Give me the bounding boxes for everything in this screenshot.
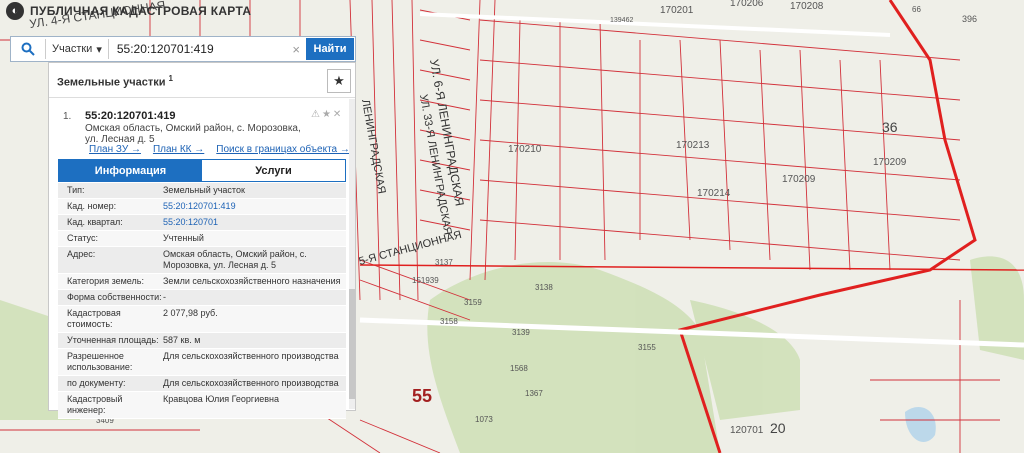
parcel-label: 66 — [912, 5, 921, 14]
result-count: 1 — [168, 74, 173, 83]
parcel-label: 20 — [770, 420, 786, 436]
favorite-button[interactable]: ★ — [327, 69, 351, 93]
property-key: Уточненная площадь: — [67, 335, 159, 345]
property-key: Категория земель: — [67, 276, 144, 286]
plan-kk-link[interactable]: План КК → — [153, 144, 204, 155]
property-value: Учтенный — [163, 233, 204, 243]
property-key: Кадастровый инженер: — [67, 394, 123, 415]
property-value: Кравцова Юлия Георгиевна — [163, 394, 279, 404]
property-row: Кадастровая стоимость: 2 077,98 руб. — [58, 306, 346, 333]
parcel-label: 3158 — [440, 317, 458, 326]
property-value: 587 кв. м — [163, 335, 201, 345]
parcel-label: 170214 — [697, 188, 731, 199]
parcel-label: 1367 — [525, 389, 543, 398]
search-bar: Участки ▾ 55:20:120701:419 × Найти — [10, 36, 356, 62]
result-panel: Земельные участки 1 ★ 1. 55:20:120701:41… — [48, 62, 356, 419]
property-row: Тип: Земельный участок — [58, 183, 346, 199]
property-row: Разрешенное использование: Для сельскохоз… — [58, 349, 346, 376]
result-number[interactable]: 55:20:120701:419 — [85, 110, 176, 122]
property-value: Для сельскохозяйственного производства — [163, 351, 339, 361]
logo-icon[interactable]: ◐ — [6, 2, 24, 20]
parcel-label: 36 — [882, 119, 898, 135]
property-key: Кад. номер: — [67, 201, 117, 211]
parcel-label: 1568 — [510, 364, 528, 373]
parcel-label: 3155 — [638, 343, 656, 352]
property-value: - — [163, 292, 166, 302]
property-key: Форма собственности: — [67, 292, 162, 302]
parcel-label: 151939 — [412, 276, 439, 285]
property-key: Кад. квартал: — [67, 217, 123, 227]
property-row: Уточненная площадь: 587 кв. м — [58, 333, 346, 349]
property-key: Тип: — [67, 185, 85, 195]
property-key: Статус: — [67, 233, 98, 243]
property-value[interactable]: 55:20:120701 — [163, 215, 346, 230]
property-value: Для сельскохозяйственного производства — [163, 378, 339, 388]
property-value[interactable]: 55:20:120701:419 — [163, 199, 346, 214]
panel-header: Земельные участки 1 ★ — [49, 63, 355, 98]
property-row: Статус: Учтенный — [58, 231, 346, 247]
panel-title: Земельные участки 1 — [57, 74, 173, 89]
properties-table: Тип: Земельный участок Кад. номер: 55:20:12… — [58, 183, 346, 419]
parcel-label: 170210 — [508, 144, 542, 155]
parcel-label: 3137 — [435, 258, 453, 267]
chevron-down-icon: ▾ — [96, 43, 102, 56]
property-value: Земли сельскохозяйственного назначения — [163, 276, 341, 286]
parcel-label: 170209 — [873, 157, 907, 168]
result-index: 1. — [63, 111, 72, 122]
tab-info[interactable]: Информация — [59, 160, 202, 181]
result-links: План ЗУ → План КК → Поиск в границах объ… — [89, 144, 350, 155]
search-type-select[interactable]: Участки ▾ — [45, 39, 109, 59]
parcel-label: 170206 — [730, 0, 764, 9]
parcel-label: 170208 — [790, 1, 824, 12]
app-header: ◐ ПУБЛИЧНАЯ КАДАСТРОВАЯ КАРТА — [0, 0, 251, 22]
search-icon[interactable] — [11, 37, 45, 61]
search-input[interactable]: 55:20:120701:419 — [109, 42, 287, 56]
parcel-label: 3159 — [464, 298, 482, 307]
scrollbar[interactable] — [349, 99, 355, 409]
app-title: ПУБЛИЧНАЯ КАДАСТРОВАЯ КАРТА — [30, 4, 252, 18]
property-row: по документу: Для сельскохозяйственного п… — [58, 376, 346, 392]
panel-title-text: Земельные участки — [57, 76, 166, 89]
tabs: Информация Услуги — [58, 159, 346, 182]
property-value: 2 077,98 руб. — [163, 308, 218, 318]
result-address: Омская область, Омский район, с. Морозов… — [85, 123, 301, 145]
property-row: Категория земель: Земли сельскохозяйствен… — [58, 274, 346, 290]
parcel-label: 170209 — [782, 174, 816, 185]
scrollbar-thumb[interactable] — [349, 289, 355, 399]
plan-zu-link[interactable]: План ЗУ → — [89, 144, 141, 155]
parcel-label: 139462 — [610, 17, 633, 24]
property-value: Земельный участок — [163, 185, 245, 195]
parcel-label: 120701 — [730, 425, 764, 436]
clear-icon[interactable]: × — [286, 42, 306, 57]
property-row: Кад. номер: 55:20:120701:419 — [58, 199, 346, 215]
star-icon: ★ — [333, 73, 345, 88]
property-key: Разрешенное использование: — [67, 351, 133, 372]
parcel-label: 1073 — [475, 415, 493, 424]
property-row: Кадастровый инженер: Кравцова Юлия Георги… — [58, 392, 346, 419]
property-value: Омская область, Омский район, с. Морозов… — [163, 249, 307, 270]
parcel-label: 3139 — [512, 328, 530, 337]
property-row: Кад. квартал: 55:20:120701 — [58, 215, 346, 231]
parcel-label: 396 — [962, 14, 977, 24]
search-within-link[interactable]: Поиск в границах объекта → — [216, 144, 350, 155]
property-key: Адрес: — [67, 249, 96, 259]
property-row: Адрес: Омская область, Омский район, с. М… — [58, 247, 346, 274]
search-type-label: Участки — [52, 43, 93, 55]
property-key: Кадастровая стоимость: — [67, 308, 121, 329]
parcel-label: 170201 — [660, 5, 694, 16]
parcel-label: 170213 — [676, 140, 710, 151]
property-key: по документу: — [67, 378, 126, 388]
parcel-label: 3138 — [535, 283, 553, 292]
property-row: Форма собственности: - — [58, 290, 346, 306]
result-tools-icons[interactable]: ⚠★✕ — [311, 109, 343, 120]
tab-services[interactable]: Услуги — [202, 160, 345, 181]
zone-label: 55 — [412, 386, 432, 406]
search-button[interactable]: Найти — [306, 38, 354, 60]
